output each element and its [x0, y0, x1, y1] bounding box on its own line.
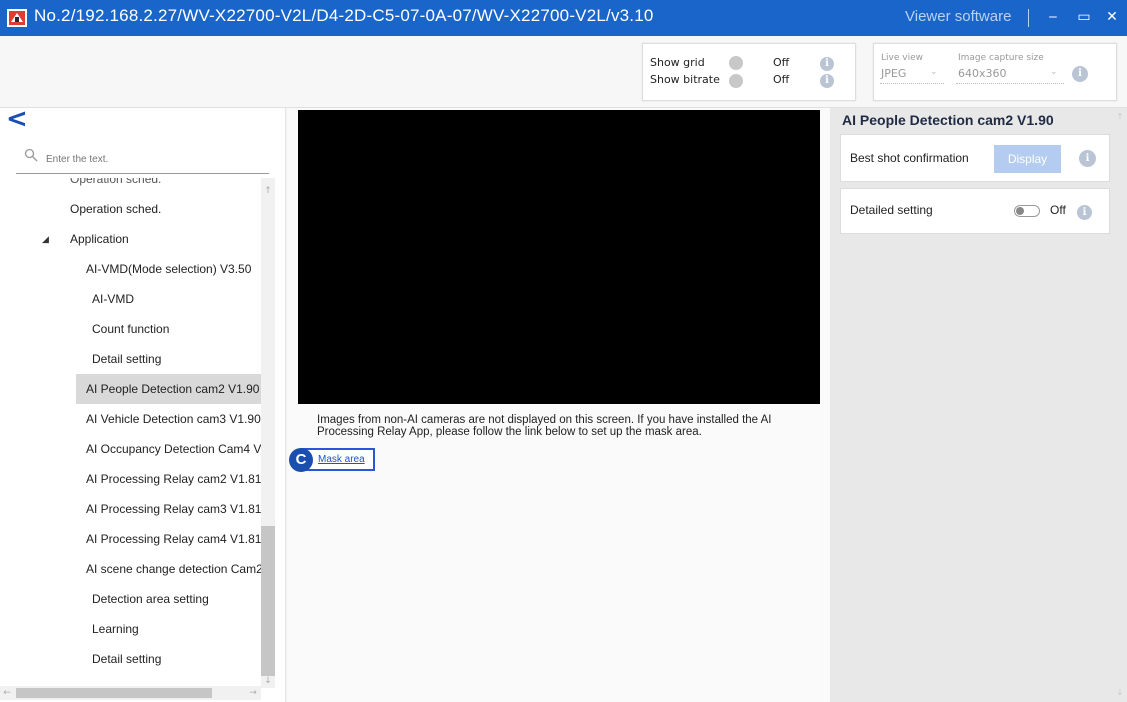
show-grid-toggle[interactable] [729, 56, 757, 70]
best-shot-info-icon[interactable]: i [1079, 150, 1096, 167]
video-preview [298, 110, 820, 404]
scroll-up-icon[interactable]: ↑ [1115, 112, 1125, 122]
capture-info-icon[interactable]: i [1072, 66, 1088, 82]
tree-item-learning[interactable]: Learning [16, 614, 261, 644]
search-box [16, 146, 269, 174]
maximize-button[interactable]: ▭ [1073, 6, 1095, 28]
tree-item-operation-sched[interactable]: Operation sched. [16, 194, 261, 224]
window-title: No.2/192.168.2.27/WV-X22700-V2L/D4-2D-C5… [34, 6, 654, 25]
scroll-left-icon[interactable]: ← [2, 688, 12, 698]
tree-item-ai-processing-relay-cam2[interactable]: AI Processing Relay cam2 V1.81 [16, 464, 261, 494]
scroll-down-icon[interactable]: ↓ [1115, 688, 1125, 698]
best-shot-card: Best shot confirmation Display i [840, 134, 1110, 182]
tree-item-ai-vmd-mode[interactable]: AI-VMD(Mode selection) V3.50 [16, 254, 261, 284]
tree-item-detail-setting[interactable]: Detail setting [16, 344, 261, 374]
capture-size-label: Image capture size [958, 53, 1044, 63]
back-arrow-icon[interactable]: < [6, 106, 30, 132]
tree-item-detection-area-setting[interactable]: Detection area setting [16, 584, 261, 614]
best-shot-label: Best shot confirmation [850, 151, 969, 165]
chevron-down-icon: ⌄ [1050, 67, 1058, 77]
show-bitrate-info-icon[interactable]: i [820, 74, 834, 88]
collapse-toggle-icon[interactable]: ◢ [42, 224, 49, 254]
detailed-setting-label: Detailed setting [850, 203, 933, 217]
title-bar: No.2/192.168.2.27/WV-X22700-V2L/D4-2D-C5… [0, 0, 1127, 36]
toggle-knob [729, 74, 743, 88]
detailed-setting-state: Off [1050, 203, 1066, 217]
live-view-label: Live view [881, 53, 923, 63]
title-separator [1028, 9, 1029, 27]
panel-heading: AI People Detection cam2 V1.90 [842, 112, 1054, 128]
tree-item-operation-sched-clipped[interactable]: Operation sched. [16, 178, 261, 194]
tree-item-label: Application [70, 232, 129, 246]
show-bitrate-state: Off [773, 73, 790, 86]
search-input[interactable] [46, 150, 261, 168]
minimize-button[interactable]: ‒ [1042, 6, 1064, 28]
live-view-select[interactable]: JPEG ⌄ [880, 66, 944, 84]
main-content: Images from non-AI cameras are not displ… [287, 108, 830, 702]
show-bitrate-toggle[interactable] [729, 74, 757, 88]
detailed-setting-info-icon[interactable]: i [1077, 205, 1092, 220]
scroll-right-icon[interactable]: → [248, 688, 258, 698]
close-button[interactable]: ✕ [1101, 6, 1123, 28]
tree-item-application[interactable]: ◢ Application [16, 224, 261, 254]
detailed-setting-card: Detailed setting Off i [840, 188, 1110, 234]
tree-item-ai-people-detection[interactable]: AI People Detection cam2 V1.90 [76, 374, 261, 404]
scrollbar-thumb[interactable] [16, 688, 212, 698]
settings-tree: Operation sched. Operation sched. ◢ Appl… [16, 178, 261, 688]
toggle-knob [1016, 207, 1024, 215]
sidebar-horizontal-scrollbar[interactable]: ← → [0, 686, 261, 700]
tree-item-count-function[interactable]: Count function [16, 314, 261, 344]
settings-panel: AI People Detection cam2 V1.90 ↑ Best sh… [830, 108, 1127, 702]
brand-label: Viewer software [905, 8, 1012, 25]
app-icon [7, 9, 27, 27]
tree-item-detail-setting-2[interactable]: Detail setting [16, 644, 261, 674]
tree-item-ai-vehicle-detection[interactable]: AI Vehicle Detection cam3 V1.90 [16, 404, 261, 434]
show-bitrate-label: Show bitrate [650, 73, 720, 86]
chevron-down-icon: ⌄ [930, 67, 938, 77]
display-button[interactable]: Display [994, 145, 1061, 173]
show-grid-label: Show grid [650, 56, 705, 69]
tree-item-ai-vmd[interactable]: AI-VMD [16, 284, 261, 314]
search-icon [24, 148, 38, 162]
tree-item-ai-processing-relay-cam4[interactable]: AI Processing Relay cam4 V1.81 [16, 524, 261, 554]
tree-item-ai-processing-relay-cam3[interactable]: AI Processing Relay cam3 V1.81 [16, 494, 261, 524]
tree-item-ai-occupancy-detection[interactable]: AI Occupancy Detection Cam4 V [16, 434, 261, 464]
navigation-sidebar: < Operation sched. Operation sched. ◢ Ap… [0, 106, 286, 702]
capture-size-value: 640x360 [958, 67, 1007, 80]
scroll-up-icon[interactable]: ↑ [263, 186, 273, 196]
tree-item-ai-scene-change-detection[interactable]: AI scene change detection Cam2 [16, 554, 261, 584]
detailed-setting-toggle[interactable] [1014, 205, 1040, 217]
scroll-down-icon[interactable]: ↓ [263, 676, 273, 686]
toggle-knob [729, 56, 743, 70]
show-grid-state: Off [773, 56, 790, 69]
capture-options-panel: Live view JPEG ⌄ Image capture size 640x… [873, 43, 1117, 101]
live-view-value: JPEG [881, 67, 907, 80]
display-options-panel: Show grid Off i Show bitrate Off i [642, 43, 856, 101]
mask-notice-text: Images from non-AI cameras are not displ… [317, 414, 772, 438]
scrollbar-thumb[interactable] [261, 526, 275, 676]
capture-size-select[interactable]: 640x360 ⌄ [956, 66, 1064, 84]
callout-badge: C [289, 448, 313, 472]
show-grid-info-icon[interactable]: i [820, 57, 834, 71]
toolbar: Show grid Off i Show bitrate Off i Live … [0, 36, 1127, 108]
sidebar-vertical-scrollbar[interactable]: ↑ ↓ [261, 178, 275, 688]
